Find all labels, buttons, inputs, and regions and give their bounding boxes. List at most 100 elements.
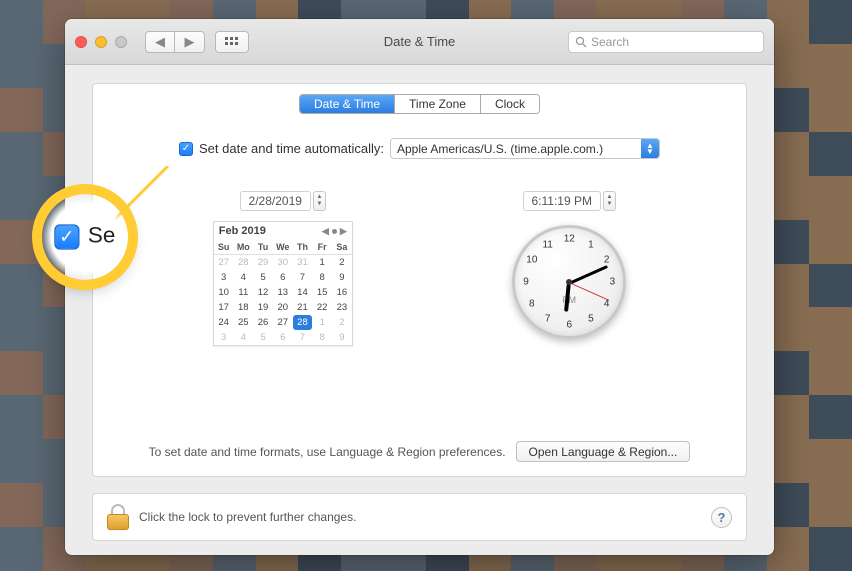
- calendar-day[interactable]: 18: [233, 300, 253, 315]
- calendar-next-icon[interactable]: ▶: [340, 226, 347, 237]
- calendar-day[interactable]: 20: [273, 300, 293, 315]
- calendar-day[interactable]: 4: [233, 270, 253, 285]
- calendar-day-header: Su: [214, 240, 234, 255]
- calendar-day[interactable]: 11: [233, 285, 253, 300]
- close-button[interactable]: [75, 36, 87, 48]
- auto-set-row: ✓ Set date and time automatically: Apple…: [93, 138, 746, 159]
- chevron-updown-icon: ▲▼: [641, 139, 659, 158]
- calendar-day-header: Tu: [253, 240, 273, 255]
- calendar-day[interactable]: 9: [332, 270, 352, 285]
- calendar-day-dim[interactable]: 31: [293, 255, 313, 270]
- calendar-day[interactable]: 10: [214, 285, 234, 300]
- tab-bar: Date & Time Time Zone Clock: [93, 94, 746, 114]
- calendar-day[interactable]: 12: [253, 285, 273, 300]
- analog-clock: PM 123456789101112: [512, 225, 626, 339]
- clock-numeral: 5: [588, 314, 594, 325]
- clock-numeral: 2: [604, 255, 610, 266]
- clock-numeral: 12: [564, 233, 575, 244]
- calendar-day-dim[interactable]: 3: [214, 330, 234, 345]
- tab-time-zone[interactable]: Time Zone: [395, 95, 481, 113]
- calendar-day[interactable]: 23: [332, 300, 352, 315]
- calendar-day[interactable]: 2: [332, 255, 352, 270]
- calendar-day-dim[interactable]: 28: [233, 255, 253, 270]
- calendar-day-dim[interactable]: 4: [233, 330, 253, 345]
- minimize-button[interactable]: [95, 36, 107, 48]
- calendar-day-header: Mo: [233, 240, 253, 255]
- clock-numeral: 10: [526, 255, 537, 266]
- calendar-day[interactable]: 17: [214, 300, 234, 315]
- forward-button[interactable]: ▶: [175, 31, 205, 53]
- calendar-day[interactable]: 28: [293, 315, 313, 330]
- traffic-lights: [75, 36, 127, 48]
- time-stepper[interactable]: ▲▼: [603, 191, 616, 211]
- clock-numeral: 11: [542, 239, 552, 250]
- tab-date-time[interactable]: Date & Time: [300, 95, 395, 113]
- clock-numeral: 9: [523, 277, 529, 288]
- calendar-day-dim[interactable]: 7: [293, 330, 313, 345]
- calendar-day-dim[interactable]: 9: [332, 330, 352, 345]
- calendar-day[interactable]: 6: [273, 270, 293, 285]
- calendar-day-dim[interactable]: 27: [214, 255, 234, 270]
- search-placeholder: Search: [591, 35, 629, 49]
- calendar[interactable]: Feb 2019 ◀ ▶ SuMoTuWeThFrSa2728293031123…: [213, 221, 353, 346]
- calendar-day[interactable]: 3: [214, 270, 234, 285]
- lock-icon[interactable]: [107, 504, 129, 530]
- calendar-day[interactable]: 16: [332, 285, 352, 300]
- calendar-day[interactable]: 5: [253, 270, 273, 285]
- time-server-value: Apple Americas/U.S. (time.apple.com.): [397, 142, 603, 156]
- open-language-region-button[interactable]: Open Language & Region...: [516, 441, 691, 462]
- search-input[interactable]: Search: [568, 31, 764, 53]
- calendar-day[interactable]: 13: [273, 285, 293, 300]
- calendar-day-dim[interactable]: 30: [273, 255, 293, 270]
- calendar-day[interactable]: 24: [214, 315, 234, 330]
- calendar-day[interactable]: 15: [312, 285, 332, 300]
- callout-text: Se: [88, 224, 115, 249]
- calendar-day-dim[interactable]: 2: [332, 315, 352, 330]
- back-button[interactable]: ◀: [145, 31, 175, 53]
- calendar-day[interactable]: 14: [293, 285, 313, 300]
- show-all-button[interactable]: [215, 31, 249, 53]
- auto-set-label: Set date and time automatically:: [199, 141, 384, 156]
- calendar-day-dim[interactable]: 5: [253, 330, 273, 345]
- calendar-day[interactable]: 7: [293, 270, 313, 285]
- calendar-day-dim[interactable]: 29: [253, 255, 273, 270]
- time-field[interactable]: 6:11:19 PM: [523, 191, 601, 211]
- calendar-month-label: Feb 2019: [219, 225, 266, 237]
- help-button[interactable]: ?: [711, 507, 732, 528]
- tab-clock[interactable]: Clock: [481, 95, 539, 113]
- calendar-day-dim[interactable]: 8: [312, 330, 332, 345]
- calendar-day-dim[interactable]: 1: [312, 315, 332, 330]
- clock-numeral: 8: [529, 298, 535, 309]
- calendar-prev-icon[interactable]: ◀: [322, 226, 329, 237]
- clock-numeral: 3: [610, 277, 616, 288]
- calendar-day[interactable]: 22: [312, 300, 332, 315]
- footer-row: To set date and time formats, use Langua…: [93, 441, 746, 462]
- calendar-day[interactable]: 19: [253, 300, 273, 315]
- clock-numeral: 6: [566, 320, 572, 331]
- calendar-day-header: We: [273, 240, 293, 255]
- zoom-button[interactable]: [115, 36, 127, 48]
- lock-bar: Click the lock to prevent further change…: [92, 493, 747, 541]
- calendar-day[interactable]: 25: [233, 315, 253, 330]
- date-stepper[interactable]: ▲▼: [313, 191, 326, 211]
- auto-set-checkbox[interactable]: ✓: [179, 142, 193, 156]
- clock-numeral: 1: [588, 239, 594, 250]
- calendar-today-icon[interactable]: [332, 229, 337, 234]
- calendar-day[interactable]: 21: [293, 300, 313, 315]
- calendar-day-header: Fr: [312, 240, 332, 255]
- preferences-window: ◀ ▶ Date & Time Search Date & Time Time …: [65, 19, 774, 555]
- content-pane: Date & Time Time Zone Clock ✓ Set date a…: [92, 83, 747, 477]
- date-field[interactable]: 2/28/2019: [240, 191, 311, 211]
- calendar-day[interactable]: 27: [273, 315, 293, 330]
- calendar-day[interactable]: 26: [253, 315, 273, 330]
- calendar-day-dim[interactable]: 6: [273, 330, 293, 345]
- time-server-select[interactable]: Apple Americas/U.S. (time.apple.com.) ▲▼: [390, 138, 660, 159]
- callout-checkbox-icon: ✓: [54, 224, 79, 249]
- nav-buttons: ◀ ▶: [145, 31, 205, 53]
- calendar-day[interactable]: 8: [312, 270, 332, 285]
- lock-text: Click the lock to prevent further change…: [139, 510, 356, 524]
- clock-pin: [566, 279, 572, 285]
- calendar-day[interactable]: 1: [312, 255, 332, 270]
- callout-highlight: ✓ Se: [42, 194, 128, 280]
- calendar-day-header: Th: [293, 240, 313, 255]
